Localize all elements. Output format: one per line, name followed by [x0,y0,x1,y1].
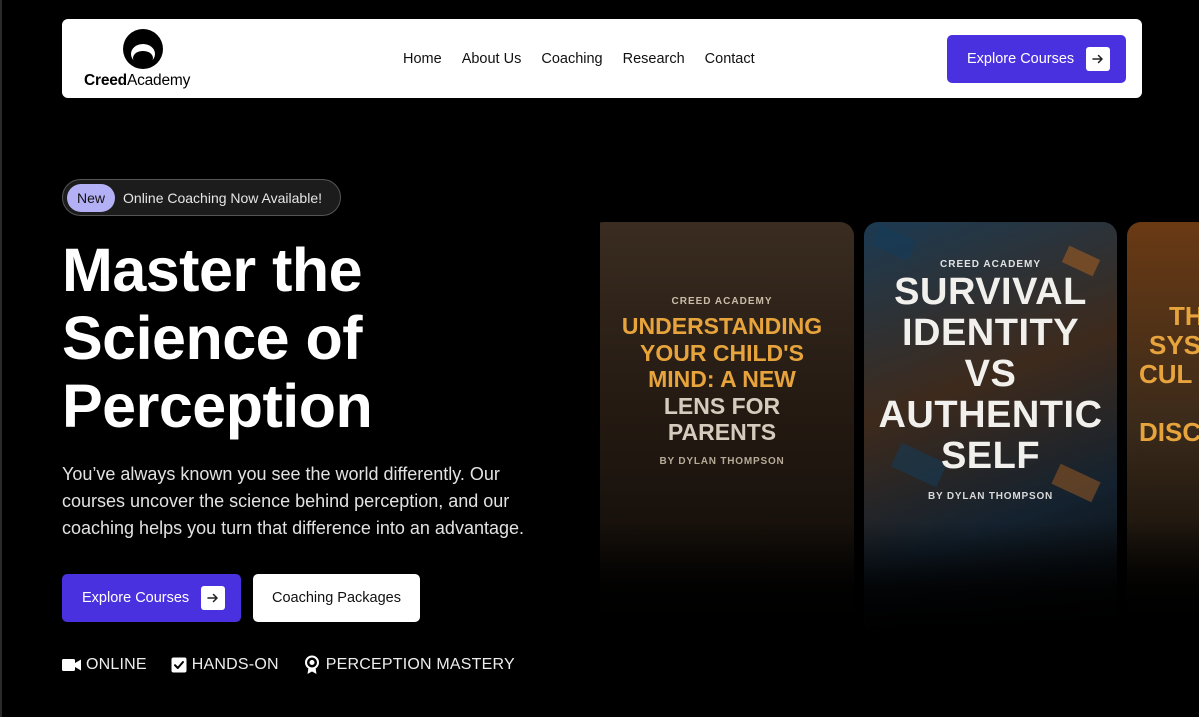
checkbox-icon [171,657,187,673]
book-card-survival-identity[interactable]: CREED ACADEMY SURVIVAL IDENTITY VS AUTHE… [864,222,1117,632]
nav-link-home[interactable]: Home [403,51,442,67]
book-cover-text: TH SYS CUL DISC [1127,222,1199,447]
video-camera-icon [62,659,81,671]
feature-online: ONLINE [62,656,147,674]
logo-mark-icon [123,29,163,69]
navbar: CreedAcademy Home About Us Coaching Rese… [62,19,1142,98]
new-pill: New [67,183,116,212]
announcement-badge: New Online Coaching Now Available! [62,179,341,216]
coaching-packages-button[interactable]: Coaching Packages [253,574,420,622]
nav-explore-courses-label: Explore Courses [967,51,1075,67]
feature-hands-on: HANDS-ON [171,656,279,674]
announcement-text: Online Coaching Now Available! [123,189,322,206]
book-fade-overlay [600,522,854,632]
book-publisher: CREED ACADEMY [671,296,773,307]
nav-link-about-us[interactable]: About Us [462,51,522,67]
book-cover-text: CREED ACADEMY UNDERSTANDING YOUR CHILD'S… [600,222,854,467]
feature-list: ONLINE HANDS-ON PERCEPTION MASTERY [62,655,515,675]
nav-explore-courses-button[interactable]: Explore Courses [947,35,1126,83]
hero-description: You’ve always known you see the world di… [62,464,524,538]
book-author: BY DYLAN THOMPSON [927,491,1054,502]
book-author: BY DYLAN THOMPSON [659,455,785,467]
hero-explore-courses-label: Explore Courses [82,590,190,606]
arrow-right-icon [201,586,226,610]
arrow-right-icon [1086,47,1111,71]
award-ribbon-icon [304,655,319,674]
feature-perception-mastery: PERCEPTION MASTERY [303,655,515,675]
nav-link-research[interactable]: Research [623,51,685,67]
window-edge [0,0,2,717]
feature-perception-mastery-label: PERCEPTION MASTERY [325,656,515,673]
book-card-understanding-your-childs-mind[interactable]: CREED ACADEMY UNDERSTANDING YOUR CHILD'S… [600,222,854,632]
book-title: SURVIVAL IDENTITY VS AUTHENTIC SELF [878,271,1103,477]
logo-wordmark: CreedAcademy [84,72,191,89]
feature-online-label: ONLINE [86,656,147,673]
creed-academy-logo[interactable]: CreedAcademy [84,27,206,91]
hero-explore-courses-button[interactable]: Explore Courses [62,574,241,622]
nav-link-contact[interactable]: Contact [705,51,755,67]
course-carousel[interactable]: CREED ACADEMY UNDERSTANDING YOUR CHILD'S… [600,222,1199,642]
feature-hands-on-label: HANDS-ON [191,656,279,673]
main-nav: Home About Us Coaching Research Contact [403,19,755,98]
book-card-partial[interactable]: TH SYS CUL DISC [1127,222,1199,632]
book-title: TH SYS CUL DISC [1139,301,1199,447]
book-fade-overlay [1127,522,1199,632]
book-fade-overlay [864,522,1117,632]
book-title: UNDERSTANDING YOUR CHILD'S MIND: A NEW L… [621,313,823,445]
hero-title: Master the Science of Perception [62,236,373,440]
book-publisher: CREED ACADEMY [940,259,1041,270]
book-cover-text: CREED ACADEMY SURVIVAL IDENTITY VS AUTHE… [864,222,1117,502]
nav-link-coaching[interactable]: Coaching [541,51,602,67]
